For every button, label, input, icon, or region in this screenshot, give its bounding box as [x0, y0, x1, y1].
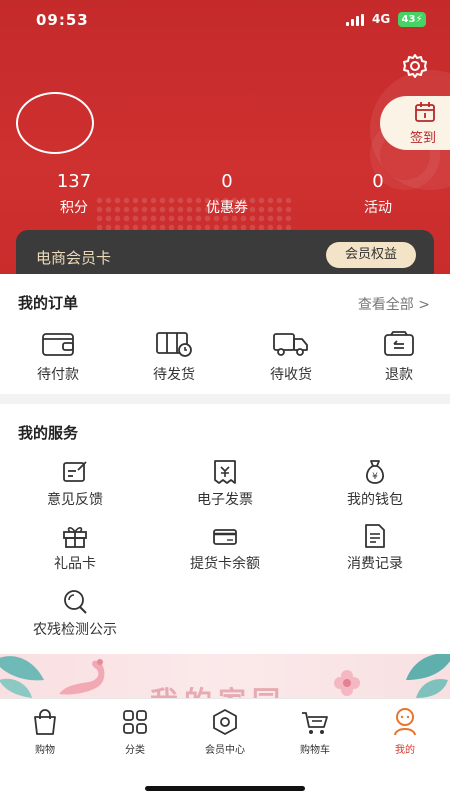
record-icon [365, 524, 385, 548]
tab-cart[interactable]: 购物车 [270, 707, 360, 756]
services-title: 我的服务 [18, 424, 79, 442]
tab-label: 购物 [35, 745, 55, 756]
stat-label: 优惠券 [206, 200, 248, 216]
order-pending-payment[interactable]: 待付款 [18, 330, 98, 384]
network-type: 4G [372, 12, 391, 26]
money-bag-icon: ¥ [365, 460, 385, 484]
stat-value: 137 [56, 171, 92, 192]
shopping-bag-icon [34, 709, 56, 735]
stat-coupons[interactable]: 0 优惠券 [177, 171, 277, 217]
service-e-invoice[interactable]: 电子发票 [160, 459, 290, 509]
tab-mine[interactable]: 我的 [360, 707, 450, 756]
bottom-tab-bar: 购物 分类 会员中心 购物车 我的 [0, 698, 450, 800]
status-time: 09:53 [36, 11, 89, 29]
calendar-icon [415, 102, 435, 122]
order-refund[interactable]: 退款 [359, 330, 439, 384]
refund-icon [384, 331, 414, 356]
service-gift-card[interactable]: 礼品卡 [10, 523, 140, 573]
member-card-title: 电商会员卡 [36, 249, 112, 267]
truck-icon [273, 333, 308, 356]
banner-text: 我的家园 [150, 680, 286, 698]
order-pending-shipment[interactable]: 待发货 [134, 330, 214, 384]
flower-icon [334, 670, 360, 696]
tab-label: 分类 [125, 745, 145, 756]
settings-gear-icon[interactable] [402, 53, 428, 79]
service-feedback[interactable]: 意见反馈 [10, 459, 140, 509]
service-pickup-card-balance[interactable]: 提货卡余额 [160, 523, 290, 573]
checkin-button[interactable]: 签到 [380, 96, 450, 150]
order-status-label: 退款 [385, 367, 413, 383]
box-clock-icon [156, 332, 192, 357]
gift-icon [63, 527, 87, 548]
flamingo-icon [59, 659, 105, 695]
category-grid-icon [123, 710, 147, 734]
feedback-icon [63, 461, 87, 482]
member-benefits-button[interactable]: 会员权益 [326, 242, 416, 268]
leaf-decoration-icon [406, 654, 450, 698]
service-label: 电子发票 [197, 492, 253, 508]
tab-member-center[interactable]: 会员中心 [180, 707, 270, 756]
tab-label: 我的 [395, 745, 415, 756]
stat-label: 积分 [60, 200, 88, 216]
service-pesticide-testing[interactable]: 农残检测公示 [10, 589, 140, 639]
invoice-icon [214, 460, 236, 484]
card-icon [213, 529, 237, 545]
svg-text:¥: ¥ [372, 472, 378, 482]
home-indicator [145, 786, 305, 791]
order-status-label: 待发货 [153, 367, 195, 383]
stat-label: 活动 [364, 200, 392, 216]
service-spending-record[interactable]: 消费记录 [310, 523, 440, 573]
avatar[interactable] [16, 92, 94, 154]
battery-icon: 43⚡ [398, 12, 426, 27]
stat-value: 0 [372, 171, 384, 192]
stat-points[interactable]: 137 积分 [24, 171, 124, 217]
order-pending-receipt[interactable]: 待收货 [251, 330, 331, 384]
service-label: 意见反馈 [47, 492, 103, 508]
tab-category[interactable]: 分类 [90, 707, 180, 756]
stat-activities[interactable]: 0 活动 [328, 171, 428, 217]
tab-shopping[interactable]: 购物 [0, 707, 90, 756]
search-icon [64, 590, 87, 614]
member-hexagon-icon [213, 709, 237, 735]
service-label: 礼品卡 [54, 556, 96, 572]
view-all-orders-link[interactable]: 查看全部 > [358, 294, 430, 314]
services-panel: 我的服务 意见反馈 电子发票 ¥ 我的钱包 礼品卡 提货卡余额 消费记录 农残检… [0, 404, 450, 654]
service-label: 我的钱包 [347, 492, 403, 508]
service-label: 消费记录 [347, 556, 403, 572]
cart-icon [302, 712, 328, 734]
order-status-label: 待收货 [270, 367, 312, 383]
service-label: 提货卡余额 [190, 556, 260, 572]
service-label: 农残检测公示 [33, 622, 117, 638]
orders-title: 我的订单 [18, 294, 79, 312]
service-wallet[interactable]: ¥ 我的钱包 [310, 459, 440, 509]
profile-icon [394, 708, 416, 736]
orders-panel: 我的订单 查看全部 > 待付款 待发货 待收货 退款 [0, 274, 450, 394]
promo-banner[interactable]: 我的家园 [0, 654, 450, 698]
tab-label: 会员中心 [205, 745, 245, 756]
stat-value: 0 [221, 171, 233, 192]
battery-level: 43 [401, 14, 416, 25]
checkin-label: 签到 [410, 131, 437, 146]
status-bar: 09:53 4G 43⚡ [0, 0, 450, 40]
order-status-label: 待付款 [37, 367, 79, 383]
tab-label: 购物车 [300, 745, 330, 756]
signal-icon [346, 14, 366, 26]
wallet-icon [42, 333, 74, 356]
